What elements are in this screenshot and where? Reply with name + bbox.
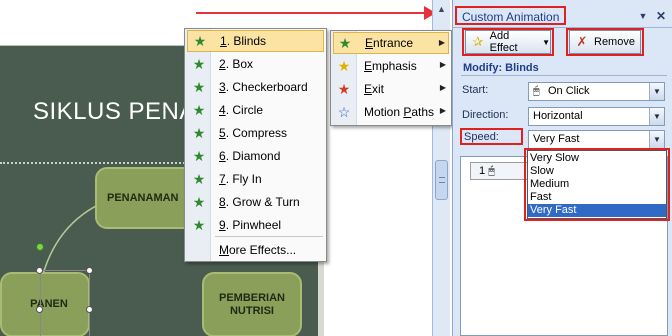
star-green-icon: ★ — [192, 79, 206, 95]
modify-divider — [461, 75, 667, 76]
speed-option-medium[interactable]: Medium — [528, 178, 666, 191]
direction-label: Direction: — [462, 109, 509, 121]
star-green-icon: ★ — [192, 194, 206, 210]
add-effect-button[interactable]: ✰ Add Effect ▼ — [465, 30, 551, 54]
menu-item-grow-and-turn[interactable]: ★ 8. Grow & Turn — [187, 191, 324, 213]
menu-item-emphasis[interactable]: ★ Emphasis ▶ — [333, 55, 449, 77]
resize-handle[interactable] — [36, 306, 43, 313]
menu-item-circle[interactable]: ★ 4. Circle — [187, 99, 324, 121]
star-green-icon: ★ — [192, 56, 206, 72]
speed-option-fast[interactable]: Fast — [528, 191, 666, 204]
pane-options-dropdown-icon[interactable]: ▼ — [637, 10, 649, 22]
submenu-arrow-icon: ▶ — [438, 38, 445, 47]
remove-button[interactable]: ✗ Remove — [569, 30, 641, 54]
scroll-up-arrow-icon[interactable]: ▲ — [433, 2, 450, 16]
scrollbar-grip-icon — [439, 177, 445, 183]
speed-option-very-slow[interactable]: Very Slow — [528, 152, 666, 165]
menu-item-diamond[interactable]: ★ 6. Diamond — [187, 145, 324, 167]
exit-star-icon: ★ — [337, 81, 351, 97]
slide-title-text[interactable]: SIKLUS PENA — [33, 98, 196, 126]
menu-separator — [215, 236, 323, 237]
menu-item-fly-in[interactable]: ★ 7. Fly In — [187, 168, 324, 190]
rotation-handle[interactable] — [36, 243, 44, 251]
menu-item-exit[interactable]: ★ Exit ▶ — [333, 78, 449, 100]
chevron-down-icon[interactable]: ▼ — [649, 131, 664, 148]
star-green-icon: ★ — [192, 125, 206, 141]
start-select[interactable]: 🖱 On Click ▼ — [528, 82, 665, 101]
add-effect-category-menu: ★ Entrance ▶ ★ Emphasis ▶ ★ Exit ▶ ☆ Mot… — [330, 30, 452, 126]
pane-title: Custom Animation — [455, 6, 567, 25]
menu-item-compress[interactable]: ★ 5. Compress — [187, 122, 324, 144]
menu-item-pinwheel[interactable]: ★ 9. Pinwheel — [187, 214, 324, 236]
scrollbar-thumb[interactable] — [435, 160, 448, 200]
submenu-arrow-icon: ▶ — [439, 83, 446, 92]
annotation-arrow-line — [196, 12, 428, 14]
star-green-icon: ★ — [192, 171, 206, 187]
modify-effect-heading: Modify: Blinds — [463, 62, 539, 74]
node-pemberian-nutrisi[interactable]: PEMBERIAN NUTRISI — [202, 272, 302, 336]
add-effect-star-icon: ✰ — [472, 34, 484, 49]
menu-item-entrance[interactable]: ★ Entrance ▶ — [333, 32, 449, 54]
speed-select[interactable]: Very Fast ▼ — [528, 130, 665, 149]
star-green-icon: ★ — [193, 33, 207, 49]
motion-paths-star-icon: ☆ — [337, 104, 351, 120]
menu-item-more-effects[interactable]: More Effects... — [187, 239, 324, 261]
dropdown-caret-icon: ▼ — [542, 37, 550, 47]
direction-select[interactable]: Horizontal ▼ — [528, 107, 665, 126]
menu-item-blinds[interactable]: ★ 1. Blinds — [187, 30, 324, 52]
entrance-effects-menu: ★ 1. Blinds ★ 2. Box ★ 3. Checkerboard ★… — [184, 28, 327, 262]
star-green-icon: ★ — [192, 148, 206, 164]
resize-handle[interactable] — [36, 267, 43, 274]
entrance-star-icon: ★ — [338, 35, 352, 51]
menu-item-motion-paths[interactable]: ☆ Motion Paths ▶ — [333, 101, 449, 123]
speed-label: Speed: — [464, 131, 499, 143]
mouse-click-icon: 🖱 — [488, 165, 495, 177]
speed-options-dropdown: Very Slow Slow Medium Fast Very Fast — [527, 150, 667, 219]
resize-handle[interactable] — [86, 267, 93, 274]
mouse-click-icon: 🖱 — [533, 85, 540, 97]
menu-item-box[interactable]: ★ 2. Box — [187, 53, 324, 75]
submenu-arrow-icon: ▶ — [439, 60, 446, 69]
submenu-arrow-icon: ▶ — [439, 106, 446, 115]
custom-animation-pane: Custom Animation ▼ ✕ ✰ Add Effect ▼ ✗ Re… — [452, 0, 672, 336]
start-label: Start: — [462, 84, 489, 96]
effect-list-item[interactable]: 1 🖱 — [470, 162, 530, 180]
speed-option-very-fast[interactable]: Very Fast — [528, 204, 666, 217]
menu-item-checkerboard[interactable]: ★ 3. Checkerboard — [187, 76, 324, 98]
node-penanaman[interactable]: PENANAMAN — [95, 167, 195, 229]
chevron-down-icon[interactable]: ▼ — [649, 83, 664, 100]
resize-handle[interactable] — [86, 306, 93, 313]
pane-close-icon[interactable]: ✕ — [654, 9, 668, 23]
pane-header: Custom Animation ▼ ✕ — [453, 3, 672, 25]
emphasis-star-icon: ★ — [337, 58, 351, 74]
remove-effect-icon: ✗ — [576, 34, 588, 49]
star-green-icon: ★ — [192, 217, 206, 233]
chevron-down-icon[interactable]: ▼ — [649, 108, 664, 125]
selection-frame — [40, 270, 90, 336]
speed-option-slow[interactable]: Slow — [528, 165, 666, 178]
star-green-icon: ★ — [192, 102, 206, 118]
